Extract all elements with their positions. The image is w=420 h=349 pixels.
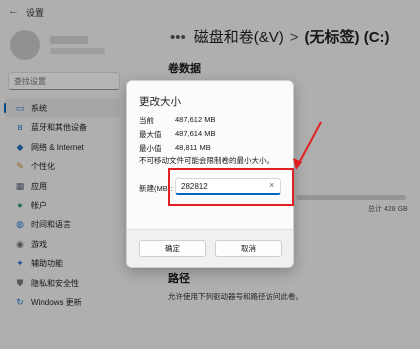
annotation-highlight-box xyxy=(168,168,294,206)
min-size-value: 48,811 MB xyxy=(175,143,211,152)
min-size-warning: 不可移动文件可能会限制卷的最小大小。 xyxy=(139,156,274,165)
dialog-title: 更改大小 xyxy=(139,96,181,108)
min-size-label: 最小值 xyxy=(139,144,162,153)
current-size-label: 当前 xyxy=(139,116,154,125)
max-size-value: 487,614 MB xyxy=(175,129,216,138)
ok-button[interactable]: 确定 xyxy=(139,240,206,257)
current-size-value: 487,612 MB xyxy=(175,115,216,124)
cancel-button[interactable]: 取消 xyxy=(215,240,282,257)
max-size-label: 最大值 xyxy=(139,130,162,139)
dialog-footer: 确定 取消 xyxy=(127,229,293,267)
